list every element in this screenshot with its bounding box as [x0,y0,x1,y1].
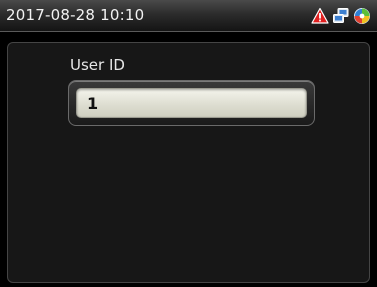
content-panel [7,42,370,283]
datetime: 2017-08-28 10:10 [6,6,145,24]
device-screen: 2017-08-28 10:10 User ID 1 [0,0,377,287]
status-bar: 2017-08-28 10:10 [0,0,377,32]
user-id-input[interactable]: 1 [76,88,307,118]
user-id-label: User ID [70,56,125,74]
user-id-value: 1 [87,94,99,113]
alert-triangle-icon [311,7,329,24]
network-icon [333,8,349,23]
app-icon [354,8,370,24]
user-id-input-frame: 1 [68,80,315,126]
status-icons [311,5,371,27]
